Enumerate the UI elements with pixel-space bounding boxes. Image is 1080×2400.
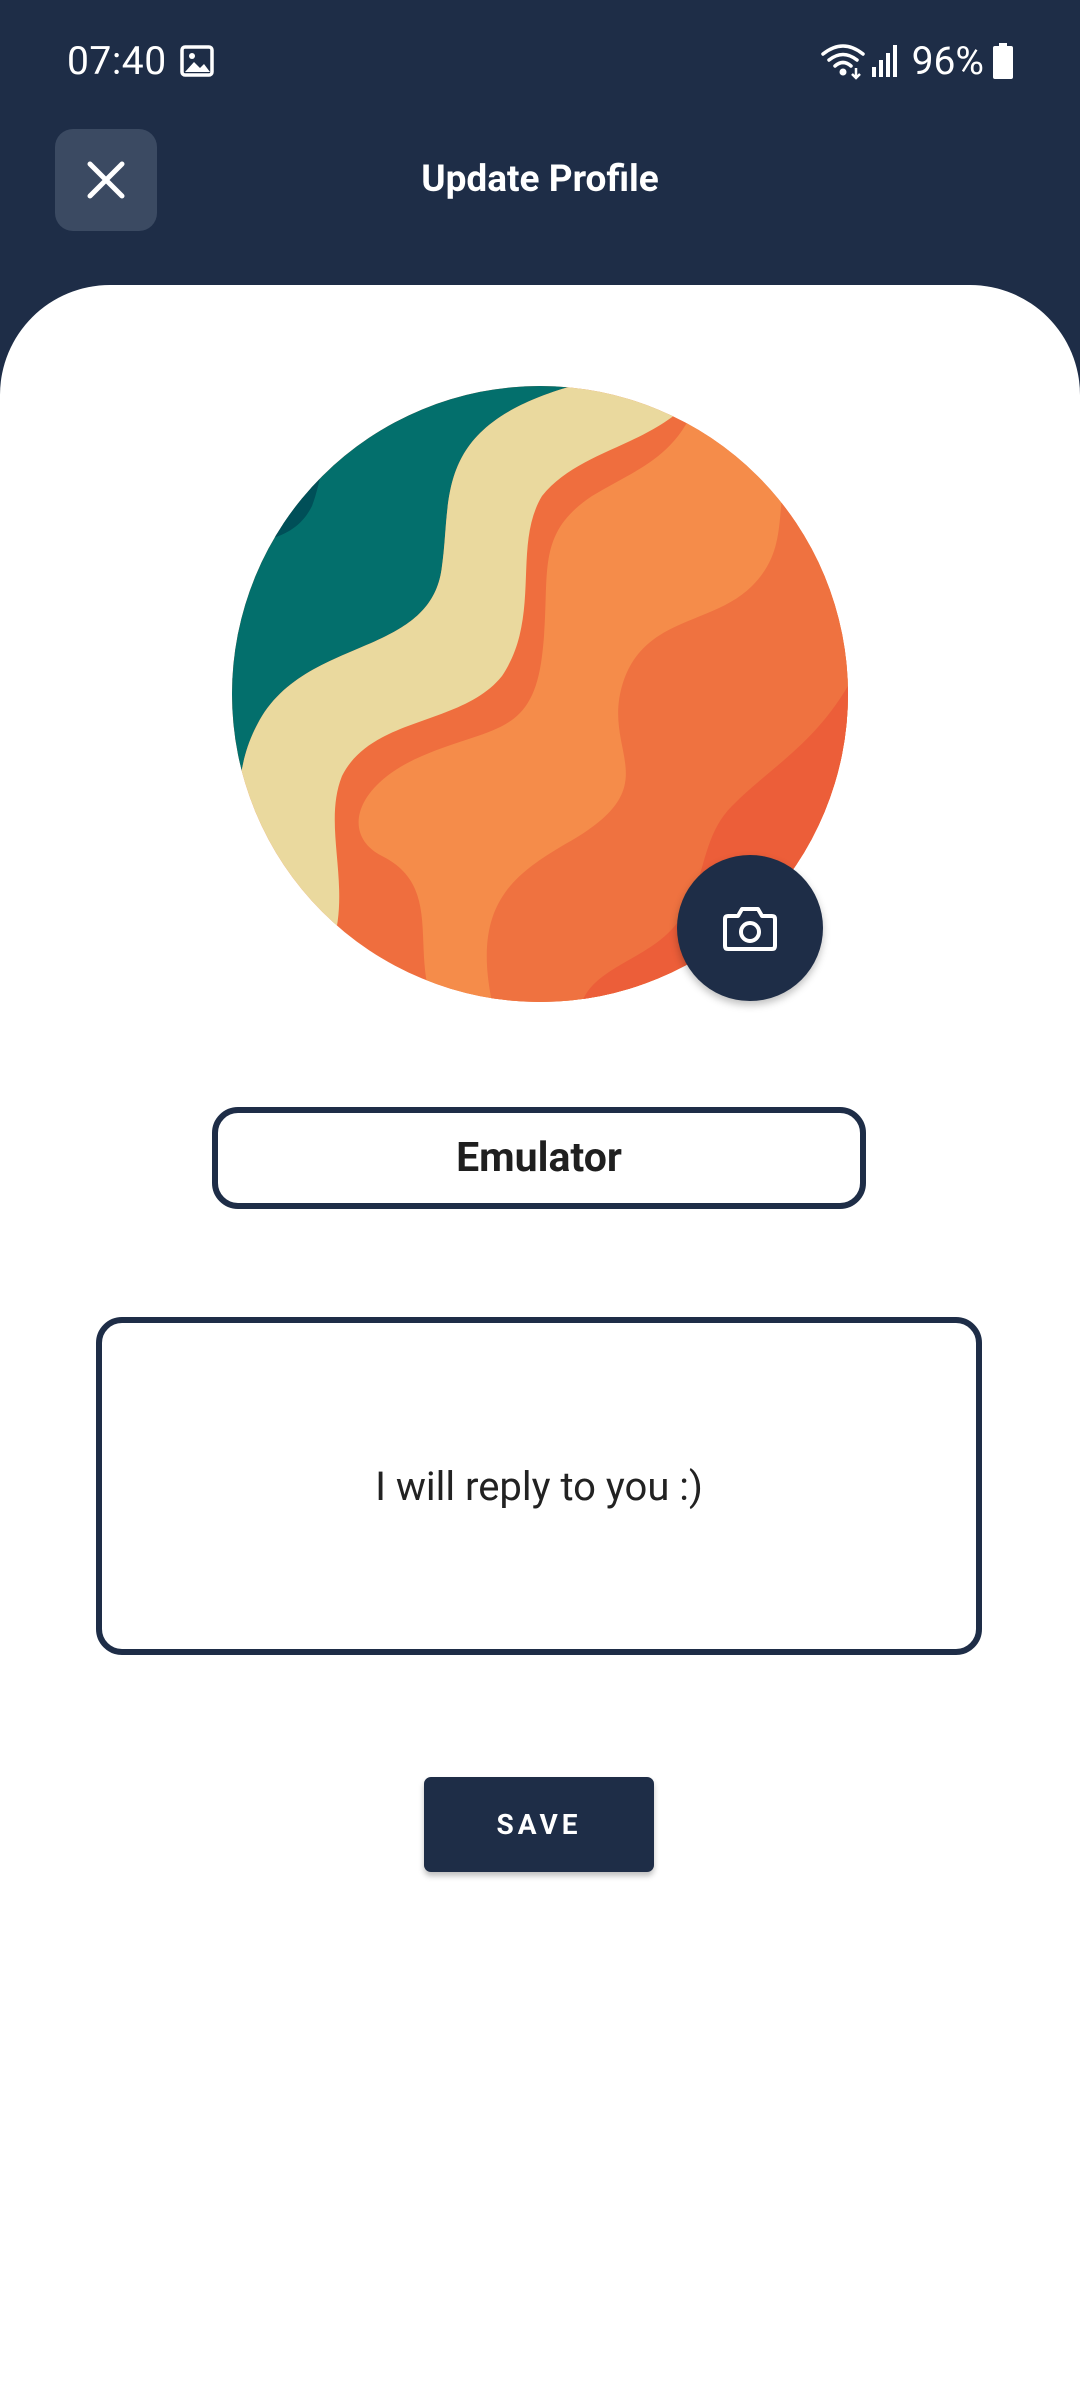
battery-icon: [992, 42, 1014, 80]
change-photo-button[interactable]: [677, 855, 823, 1001]
signal-icon: [870, 43, 900, 79]
status-bar: 07:40 96%: [0, 0, 1080, 120]
camera-icon: [723, 907, 777, 951]
bio-input[interactable]: I will reply to you :): [96, 1317, 982, 1655]
battery-percent: 96%: [911, 38, 984, 84]
status-time: 07:40: [67, 38, 167, 84]
page-title: Update Profile: [421, 158, 659, 201]
status-indicators: 96%: [820, 36, 1014, 86]
name-input[interactable]: Emulator: [212, 1107, 866, 1209]
gallery-icon: [180, 44, 214, 78]
wifi-icon: [820, 42, 866, 80]
save-button[interactable]: SAVE: [424, 1777, 654, 1872]
